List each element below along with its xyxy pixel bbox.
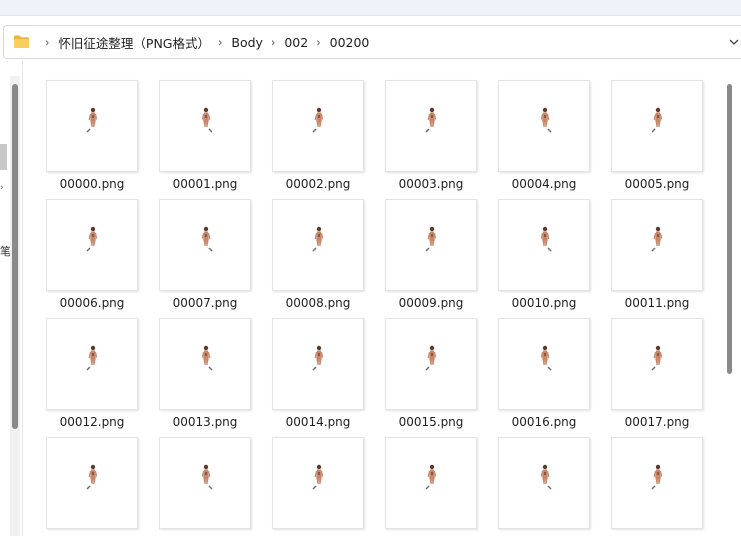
file-item[interactable]: 00001.png (145, 72, 258, 191)
file-thumbnail (611, 318, 703, 410)
file-item[interactable] (597, 429, 710, 536)
address-bar[interactable]: › 怀旧征途整理（PNG格式） › Body › 002 › 00200 (3, 25, 741, 59)
breadcrumb-item[interactable]: 怀旧征途整理（PNG格式） (58, 33, 210, 52)
file-thumbnail (272, 318, 364, 410)
file-item[interactable] (258, 429, 371, 536)
file-thumbnail (498, 199, 590, 291)
file-thumbnail (272, 80, 364, 172)
file-item[interactable]: 00008.png (258, 191, 371, 310)
file-name: 00011.png (624, 296, 690, 310)
file-item[interactable]: 00014.png (258, 310, 371, 429)
file-name: 00003.png (398, 177, 464, 191)
file-thumbnail (385, 199, 477, 291)
file-item[interactable]: 00006.png (32, 191, 145, 310)
file-name: 00004.png (511, 177, 577, 191)
file-name: 00008.png (285, 296, 351, 310)
file-name: 00014.png (285, 415, 351, 429)
file-thumbnail (498, 437, 590, 529)
file-thumbnail (385, 80, 477, 172)
file-item[interactable]: 00015.png (371, 310, 484, 429)
file-item[interactable]: 00010.png (484, 191, 597, 310)
file-name: 00010.png (511, 296, 577, 310)
file-name: 00000.png (59, 177, 125, 191)
file-name: 00016.png (511, 415, 577, 429)
file-thumbnail (46, 437, 138, 529)
file-thumbnail (611, 437, 703, 529)
chevron-right-icon[interactable]: › (271, 35, 275, 49)
file-thumbnail (159, 199, 251, 291)
folder-icon (13, 34, 30, 49)
breadcrumb-item[interactable]: Body (231, 35, 263, 50)
file-item[interactable]: 00007.png (145, 191, 258, 310)
file-item[interactable]: 00012.png (32, 310, 145, 429)
file-item[interactable]: 00000.png (32, 72, 145, 191)
file-item[interactable]: 00004.png (484, 72, 597, 191)
file-name: 00012.png (59, 415, 125, 429)
nav-pane-selection-marker (0, 144, 7, 170)
file-item[interactable]: 00005.png (597, 72, 710, 191)
file-name: 00017.png (624, 415, 690, 429)
file-thumbnail (272, 437, 364, 529)
chevron-right-icon[interactable]: › (45, 35, 49, 49)
file-thumbnail (498, 318, 590, 410)
file-grid: 00000.png 00001.png 00002.png 00003.png 0000… (32, 72, 722, 536)
file-thumbnail (159, 437, 251, 529)
file-item[interactable] (484, 429, 597, 536)
chevron-down-icon[interactable] (727, 34, 741, 48)
breadcrumb-item[interactable]: 00200 (330, 35, 370, 50)
chevron-right-icon[interactable]: › (218, 35, 222, 49)
chevron-right-icon[interactable]: › (316, 35, 320, 49)
file-thumbnail (498, 80, 590, 172)
file-name: 00015.png (398, 415, 464, 429)
file-thumbnail (385, 437, 477, 529)
file-thumbnail (272, 199, 364, 291)
breadcrumb-item[interactable]: 002 (284, 35, 308, 50)
expand-arrow-icon[interactable]: › (0, 183, 4, 193)
file-name: 00013.png (172, 415, 238, 429)
file-name: 00002.png (285, 177, 351, 191)
file-explorer-window: › 怀旧征途整理（PNG格式） › Body › 002 › 00200 › 笔 00000.… (0, 0, 741, 536)
file-item[interactable]: 00002.png (258, 72, 371, 191)
file-thumbnail (46, 318, 138, 410)
file-name: 00009.png (398, 296, 464, 310)
nav-pane-scrollbar-thumb[interactable] (12, 84, 18, 429)
breadcrumb: › 怀旧征途整理（PNG格式） › Body › 002 › 00200 (37, 26, 369, 58)
file-thumbnail (46, 199, 138, 291)
file-name: 00007.png (172, 296, 238, 310)
file-item[interactable] (371, 429, 484, 536)
file-thumbnail (159, 318, 251, 410)
title-bar-area (0, 0, 741, 16)
file-name: 00005.png (624, 177, 690, 191)
content-scrollbar-thumb[interactable] (727, 84, 732, 374)
file-name: 00006.png (59, 296, 125, 310)
file-item[interactable]: 00009.png (371, 191, 484, 310)
file-thumbnail (385, 318, 477, 410)
file-item[interactable]: 00016.png (484, 310, 597, 429)
file-thumbnail (611, 80, 703, 172)
file-item[interactable]: 00017.png (597, 310, 710, 429)
file-item[interactable] (145, 429, 258, 536)
file-item[interactable]: 00011.png (597, 191, 710, 310)
file-thumbnail (159, 80, 251, 172)
file-name: 00001.png (172, 177, 238, 191)
file-thumbnail (46, 80, 138, 172)
file-thumbnail (611, 199, 703, 291)
file-item[interactable] (32, 429, 145, 536)
file-item[interactable]: 00003.png (371, 72, 484, 191)
file-item[interactable]: 00013.png (145, 310, 258, 429)
